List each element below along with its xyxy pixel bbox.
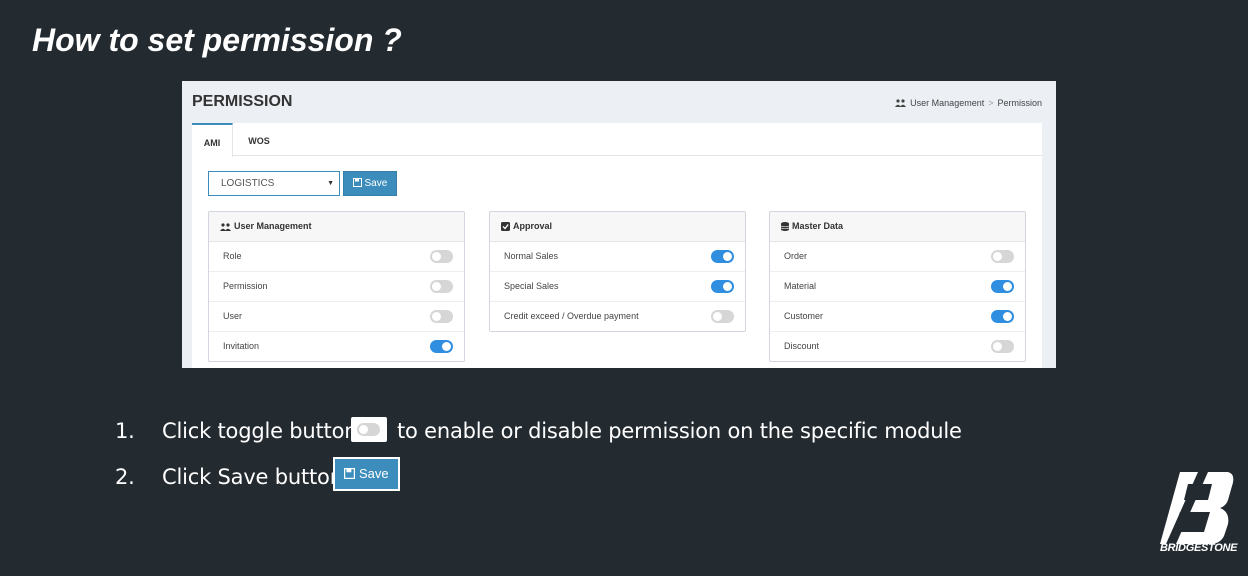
toggle-credit-exceed[interactable] <box>711 310 734 323</box>
row-label: Permission <box>223 281 268 291</box>
instruction-step-2-text: Click Save button <box>162 465 343 489</box>
save-button-label: Save <box>364 178 388 189</box>
example-toggle <box>351 417 387 442</box>
row-label: Discount <box>784 341 820 351</box>
brand-name: BRIDGESTONE <box>1160 542 1238 554</box>
permission-row-credit-exceed: Credit exceed / Overdue payment <box>490 302 745 331</box>
row-label: User <box>223 311 243 321</box>
database-icon <box>781 222 789 231</box>
slide-title: How to set permission ? <box>32 22 402 58</box>
tab-wos[interactable]: WOS <box>242 123 276 155</box>
page-title: PERMISSION <box>192 93 293 110</box>
permission-row-discount: Discount <box>770 332 1025 361</box>
row-label: Credit exceed / Overdue payment <box>504 311 639 321</box>
card-title: User Management <box>234 221 312 231</box>
row-label: Customer <box>784 311 824 321</box>
permission-row-special-sales: Special Sales <box>490 272 745 302</box>
permission-screenshot: PERMISSION User Management > Permission … <box>182 81 1056 368</box>
role-select-value: LOGISTICS <box>221 178 275 189</box>
floppy-disk-icon <box>352 178 362 187</box>
card-header: User Management <box>209 212 464 242</box>
tab-bar: AMI WOS <box>192 123 1042 157</box>
breadcrumb-item-user-management[interactable]: User Management <box>910 98 984 108</box>
permission-row-role: Role <box>209 242 464 272</box>
check-square-icon <box>501 222 510 231</box>
breadcrumb-separator: > <box>988 98 994 108</box>
step-number: 1. <box>115 419 135 443</box>
floppy-disk-icon <box>344 468 356 479</box>
users-icon <box>895 99 907 107</box>
tab-ami[interactable]: AMI <box>192 123 233 157</box>
permission-row-order: Order <box>770 242 1025 272</box>
instruction-step-1-tail: to enable or disable permission on the s… <box>397 419 962 443</box>
permission-box: AMI WOS LOGISTICS ▼ Save User Management… <box>192 123 1042 368</box>
example-save-button: Save <box>333 457 400 491</box>
card-approval: Approval Normal Sales Special Sales Cred… <box>489 211 746 332</box>
toggle-normal-sales[interactable] <box>711 250 734 263</box>
card-header: Master Data <box>770 212 1025 242</box>
toggle-user[interactable] <box>430 310 453 323</box>
toggle-special-sales[interactable] <box>711 280 734 293</box>
permission-row-customer: Customer <box>770 302 1025 332</box>
instruction-step-2: 2. <box>115 465 135 489</box>
toggle-order[interactable] <box>991 250 1014 263</box>
row-label: Order <box>784 251 808 261</box>
users-icon <box>220 222 231 231</box>
permission-row-user: User <box>209 302 464 332</box>
row-label: Special Sales <box>504 281 559 291</box>
row-label: Normal Sales <box>504 251 559 261</box>
row-label: Invitation <box>223 341 260 351</box>
breadcrumb-item-permission: Permission <box>997 98 1042 108</box>
toggle-invitation[interactable] <box>430 340 453 353</box>
card-user-management: User Management Role Permission User Inv… <box>208 211 465 362</box>
card-title: Approval <box>513 221 553 231</box>
step-number: 2. <box>115 465 135 489</box>
instruction-step-1: 1. <box>115 419 135 443</box>
toggle-material[interactable] <box>991 280 1014 293</box>
chevron-down-icon: ▼ <box>327 180 334 187</box>
permission-row-permission: Permission <box>209 272 464 302</box>
breadcrumb: User Management > Permission <box>895 98 1042 108</box>
role-select[interactable]: LOGISTICS ▼ <box>208 171 340 196</box>
card-header: Approval <box>490 212 745 242</box>
save-button[interactable]: Save <box>343 171 397 196</box>
permission-row-normal-sales: Normal Sales <box>490 242 745 272</box>
row-label: Role <box>223 251 242 261</box>
card-title: Master Data <box>792 221 844 231</box>
toggle-discount[interactable] <box>991 340 1014 353</box>
instruction-step-1-text: Click toggle button <box>162 419 358 443</box>
card-master-data: Master Data Order Material Customer Disc… <box>769 211 1026 362</box>
example-save-label: Save <box>358 466 389 481</box>
toggle-off-example <box>357 423 380 436</box>
toggle-customer[interactable] <box>991 310 1014 323</box>
toggle-permission[interactable] <box>430 280 453 293</box>
toggle-role[interactable] <box>430 250 453 263</box>
row-label: Material <box>784 281 817 291</box>
permission-row-material: Material <box>770 272 1025 302</box>
permission-row-invitation: Invitation <box>209 332 464 361</box>
